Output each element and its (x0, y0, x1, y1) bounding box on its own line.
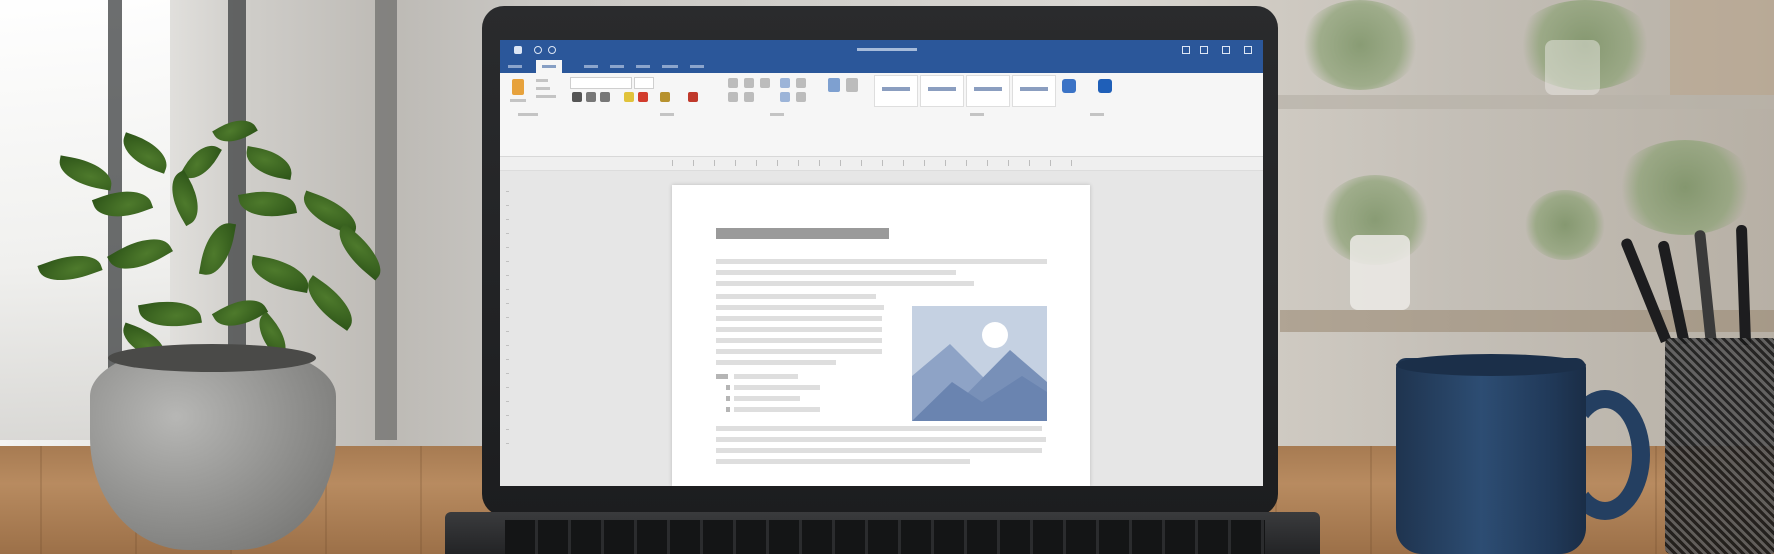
font-group-label (660, 113, 674, 116)
ribbon-toolbar (500, 73, 1263, 157)
text-line (716, 437, 1046, 442)
text-line (716, 270, 956, 275)
minimize-icon[interactable] (1222, 46, 1230, 54)
save-icon[interactable] (534, 46, 542, 54)
font-color-icon[interactable] (688, 92, 698, 102)
blue-coffee-mug (1396, 358, 1586, 554)
font-name-dropdown[interactable] (570, 77, 632, 89)
document-title (857, 48, 917, 51)
style-normal[interactable] (874, 75, 918, 107)
search-icon[interactable] (1182, 46, 1190, 54)
bullet-icon (726, 407, 730, 412)
text-line (716, 305, 884, 310)
list-item (734, 374, 798, 379)
background-plant (1615, 140, 1755, 235)
line-spacing-icon[interactable] (780, 78, 790, 88)
editor-icon[interactable] (1098, 79, 1112, 93)
shelf-bottom (1280, 310, 1774, 332)
document-canvas[interactable] (500, 171, 1263, 486)
numbering-icon[interactable] (744, 78, 754, 88)
share-icon[interactable] (1200, 46, 1208, 54)
highlight-color-icon[interactable] (660, 92, 670, 102)
mesh-pencil-holder (1665, 338, 1774, 554)
tab-design[interactable] (610, 65, 624, 68)
style-no-spacing[interactable] (920, 75, 964, 107)
list-heading (716, 374, 728, 379)
paste-label (510, 99, 526, 102)
list-item (734, 396, 800, 401)
mug-rim (1396, 354, 1586, 376)
align-left-icon[interactable] (728, 92, 738, 102)
text-line (716, 448, 1042, 453)
style-heading-1[interactable] (966, 75, 1010, 107)
text-line (716, 294, 876, 299)
font-size-dropdown[interactable] (634, 77, 654, 89)
vertical-ruler (506, 191, 509, 451)
tab-file[interactable] (508, 65, 522, 68)
copy-button[interactable] (536, 87, 550, 90)
background-box (1670, 0, 1774, 95)
text-line (716, 327, 882, 332)
text-line (716, 459, 970, 464)
shelf-top (1270, 95, 1774, 109)
text-line (716, 259, 1047, 264)
document-heading (716, 228, 889, 239)
text-line (716, 360, 836, 365)
bold-icon[interactable] (572, 92, 582, 102)
background-pot (1350, 235, 1410, 310)
bullet-icon (726, 396, 730, 401)
tab-layout[interactable] (636, 65, 650, 68)
background-plant (1525, 190, 1605, 260)
dictate-icon[interactable] (1062, 79, 1076, 93)
app-title-bar (500, 40, 1263, 60)
paste-icon[interactable] (512, 79, 524, 95)
text-line (716, 316, 882, 321)
italic-icon[interactable] (586, 92, 596, 102)
clipboard-group-label (518, 113, 538, 116)
horizontal-ruler[interactable] (500, 157, 1263, 171)
tab-review[interactable] (690, 65, 704, 68)
font-color-icon[interactable] (638, 92, 648, 102)
text-highlight-icon[interactable] (624, 92, 634, 102)
format-painter-button[interactable] (536, 95, 556, 98)
tab-home[interactable] (536, 60, 562, 73)
voice-group-label (1090, 113, 1104, 116)
background-plant (1300, 0, 1420, 90)
background-pot (1545, 40, 1600, 95)
text-line (716, 338, 882, 343)
list-item (734, 407, 820, 412)
plant-pot-rim (108, 344, 316, 372)
styles-icon[interactable] (828, 78, 840, 92)
align-justify-icon[interactable] (780, 92, 790, 102)
tab-references[interactable] (662, 65, 678, 68)
close-icon[interactable] (1244, 46, 1252, 54)
list-item (734, 385, 820, 390)
plant-pot (90, 345, 336, 550)
style-heading-2[interactable] (1012, 75, 1056, 107)
tab-insert[interactable] (584, 65, 598, 68)
cut-button[interactable] (536, 79, 548, 82)
text-line (716, 426, 1042, 431)
laptop-keyboard (505, 520, 1265, 554)
align-center-icon[interactable] (744, 92, 754, 102)
ribbon-tab-bar (500, 60, 1263, 73)
mountain-landscape-image (912, 322, 1047, 421)
paragraph-group-label (770, 113, 784, 116)
borders-icon[interactable] (796, 92, 806, 102)
styles-group-label (970, 113, 984, 116)
text-line (716, 349, 882, 354)
styles-icon[interactable] (846, 78, 858, 92)
app-logo-icon (514, 46, 522, 54)
bullet-icon (726, 385, 730, 390)
document-page[interactable] (672, 185, 1090, 486)
image-icon[interactable] (912, 306, 1047, 421)
underline-icon[interactable] (600, 92, 610, 102)
sort-icon[interactable] (796, 78, 806, 88)
multilevel-list-icon[interactable] (760, 78, 770, 88)
laptop-screen (500, 40, 1263, 486)
text-line (716, 281, 974, 286)
undo-icon[interactable] (548, 46, 556, 54)
bullets-icon[interactable] (728, 78, 738, 88)
